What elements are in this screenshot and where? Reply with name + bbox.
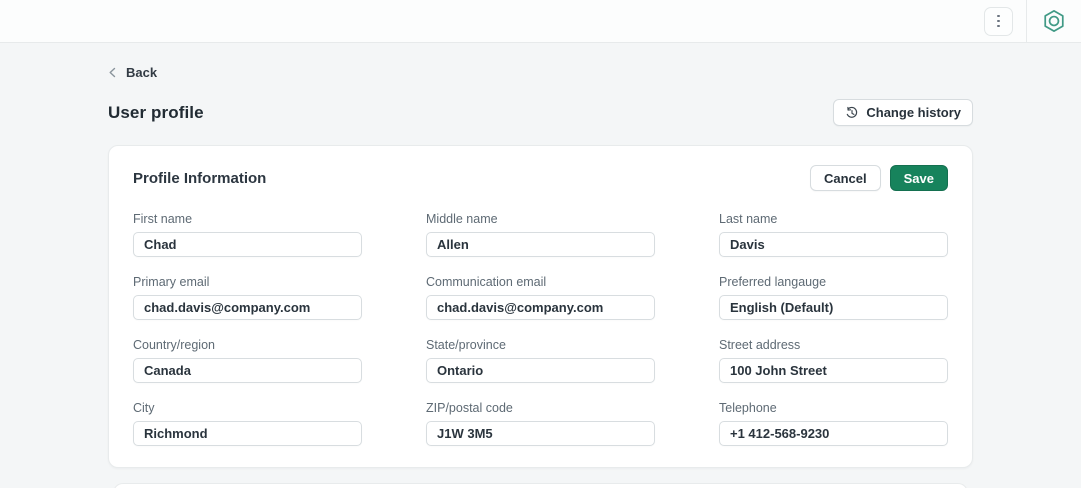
state-province-input[interactable] <box>426 358 655 383</box>
profile-information-card: Profile Information Cancel Save First na… <box>108 145 973 468</box>
profile-form: First name Middle name Last name Primary… <box>133 212 948 446</box>
card-title: Profile Information <box>133 169 267 187</box>
more-options-button[interactable] <box>984 6 1013 36</box>
telephone-input[interactable] <box>719 421 948 446</box>
title-row: User profile Change history <box>108 99 973 126</box>
page-content: Back User profile Change history Profile… <box>108 43 973 468</box>
topbar-divider <box>1026 0 1027 42</box>
save-button[interactable]: Save <box>889 165 948 191</box>
field-telephone: Telephone <box>719 401 948 446</box>
history-clock-icon <box>845 106 859 120</box>
cancel-button[interactable]: Cancel <box>809 165 881 191</box>
last-name-label: Last name <box>719 212 778 226</box>
country-region-input[interactable] <box>133 358 362 383</box>
zip-postal-code-label: ZIP/postal code <box>426 401 513 415</box>
country-region-label: Country/region <box>133 338 215 352</box>
card-header: Profile Information Cancel Save <box>133 165 948 191</box>
field-communication-email: Communication email <box>426 275 655 320</box>
preferred-language-label: Preferred langauge <box>719 275 827 289</box>
preferred-language-input[interactable] <box>719 295 948 320</box>
hexagon-logo-icon[interactable] <box>1041 8 1067 34</box>
field-primary-email: Primary email <box>133 275 362 320</box>
chevron-left-icon <box>108 67 117 78</box>
middle-name-label: Middle name <box>426 212 498 226</box>
field-preferred-language: Preferred langauge <box>719 275 948 320</box>
topbar <box>0 0 1081 43</box>
card-actions: Cancel Save <box>809 165 948 191</box>
telephone-label: Telephone <box>719 401 777 415</box>
kebab-icon <box>997 14 1000 18</box>
city-label: City <box>133 401 155 415</box>
page-title: User profile <box>108 102 204 122</box>
field-middle-name: Middle name <box>426 212 655 257</box>
change-history-label: Change history <box>866 105 961 120</box>
change-history-button[interactable]: Change history <box>833 99 973 126</box>
field-last-name: Last name <box>719 212 948 257</box>
back-label: Back <box>126 65 158 80</box>
zip-postal-code-input[interactable] <box>426 421 655 446</box>
primary-email-input[interactable] <box>133 295 362 320</box>
street-address-label: Street address <box>719 338 801 352</box>
communication-email-input[interactable] <box>426 295 655 320</box>
back-link[interactable]: Back <box>108 65 157 80</box>
city-input[interactable] <box>133 421 362 446</box>
communication-email-label: Communication email <box>426 275 547 289</box>
field-street-address: Street address <box>719 338 948 383</box>
next-card-peek <box>113 483 968 488</box>
primary-email-label: Primary email <box>133 275 210 289</box>
field-state-province: State/province <box>426 338 655 383</box>
field-city: City <box>133 401 362 446</box>
first-name-input[interactable] <box>133 232 362 257</box>
last-name-input[interactable] <box>719 232 948 257</box>
street-address-input[interactable] <box>719 358 948 383</box>
field-first-name: First name <box>133 212 362 257</box>
middle-name-input[interactable] <box>426 232 655 257</box>
state-province-label: State/province <box>426 338 506 352</box>
field-zip-postal-code: ZIP/postal code <box>426 401 655 446</box>
field-country-region: Country/region <box>133 338 362 383</box>
first-name-label: First name <box>133 212 193 226</box>
